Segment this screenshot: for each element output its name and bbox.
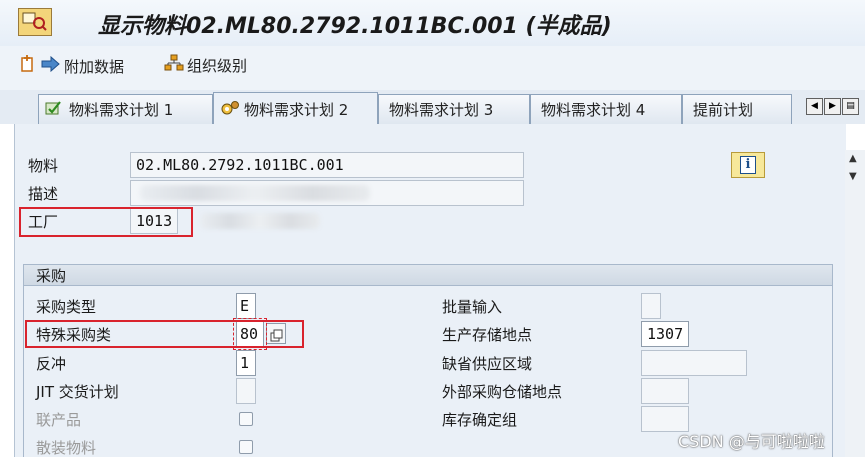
tab-mrp2[interactable]: 物料需求计划 2 — [213, 92, 378, 126]
batch-entry-field[interactable] — [641, 293, 661, 319]
redacted-description — [140, 185, 370, 201]
scroll-down-icon[interactable]: ▼ — [849, 171, 857, 182]
tab-scroll-right-button[interactable]: ▶ — [824, 98, 841, 115]
window-title: 显示物料02.ML80.2792.1011BC.001 (半成品) — [98, 14, 612, 39]
tab-label: 物料需求计划 3 — [389, 101, 494, 119]
tab-list-button[interactable]: ▤ — [842, 98, 859, 115]
tab-mrp4[interactable]: 物料需求计划 4 — [530, 94, 682, 124]
ext-proc-storage-location-field[interactable] — [641, 378, 689, 404]
production-storage-location-label: 生产存储地点 — [442, 326, 533, 344]
default-supply-area-field[interactable] — [641, 350, 747, 376]
application-toolbar: 附加数据 组织级别 — [0, 46, 865, 91]
procurement-type-field[interactable]: E — [236, 293, 256, 319]
backflush-label: 反冲 — [36, 355, 67, 373]
tab-label: 物料需求计划 2 — [244, 101, 349, 119]
coproduct-label: 联产品 — [36, 411, 82, 429]
info-button[interactable]: i — [731, 152, 765, 178]
tab-label: 物料需求计划 4 — [541, 101, 646, 119]
bulk-material-label: 散装物料 — [36, 439, 97, 457]
material-display-icon — [18, 8, 52, 36]
attach-data-button[interactable]: 附加数据 — [20, 54, 124, 78]
title-bar: 显示物料02.ML80.2792.1011BC.001 (半成品) — [0, 0, 865, 46]
coproduct-checkbox[interactable] — [239, 412, 253, 426]
description-label: 描述 — [28, 185, 59, 203]
attach-data-label: 附加数据 — [64, 57, 125, 76]
tab-forecast[interactable]: 提前计划 — [682, 94, 792, 124]
ext-proc-storage-location-label: 外部采购仓储地点 — [442, 383, 563, 401]
material-field[interactable]: 02.ML80.2792.1011BC.001 — [130, 152, 524, 178]
tab-label: 物料需求计划 1 — [69, 101, 174, 119]
highlight-special-procurement-value — [233, 318, 267, 350]
tab-label: 提前计划 — [693, 101, 754, 119]
new-document-icon — [20, 54, 38, 78]
redacted-plant-name — [200, 213, 320, 229]
arrow-right-icon — [41, 55, 61, 76]
backflush-field[interactable]: 1 — [236, 350, 256, 376]
org-levels-button[interactable]: 组织级别 — [164, 54, 247, 76]
scroll-up-icon[interactable]: ▲ — [849, 153, 857, 164]
default-supply-area-label: 缺省供应区域 — [442, 355, 533, 373]
highlight-plant — [19, 207, 193, 237]
gears-icon — [220, 100, 240, 120]
check-icon — [45, 100, 65, 120]
procurement-group-header — [23, 264, 833, 286]
vertical-scrollbar[interactable]: ▲ ▼ — [845, 150, 865, 457]
tab-strip: 物料需求计划 1 物料需求计划 2 物料需求计划 3 物料需求计划 4 提前计划… — [0, 90, 865, 126]
batch-entry-label: 批量输入 — [442, 298, 503, 316]
procurement-group-title: 采购 — [36, 267, 67, 285]
procurement-type-label: 采购类型 — [36, 298, 97, 316]
tab-mrp3[interactable]: 物料需求计划 3 — [378, 94, 530, 124]
bulk-material-checkbox[interactable] — [239, 440, 253, 454]
org-levels-label: 组织级别 — [187, 56, 248, 75]
jit-schedule-label: JIT 交货计划 — [36, 383, 119, 401]
org-hierarchy-icon — [164, 54, 184, 76]
tab-scroll-left-button[interactable]: ◀ — [806, 98, 823, 115]
tab-mrp1[interactable]: 物料需求计划 1 — [38, 94, 213, 124]
material-label: 物料 — [28, 157, 59, 175]
watermark: CSDN @与可啦啦啦 — [678, 432, 825, 451]
production-storage-location-field[interactable]: 1307 — [641, 321, 689, 347]
jit-schedule-field[interactable] — [236, 378, 256, 404]
info-icon: i — [740, 156, 756, 174]
stock-determination-group-label: 库存确定组 — [442, 411, 518, 429]
